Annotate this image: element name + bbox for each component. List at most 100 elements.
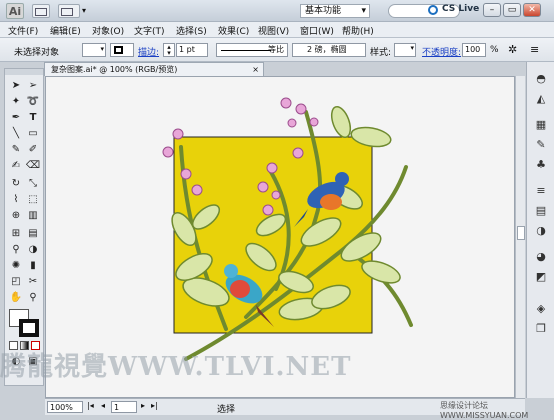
graphic-styles-panel-icon[interactable]: ◩ xyxy=(533,270,549,284)
chevron-down-icon: ▾ xyxy=(100,45,104,53)
stroke-weight-field[interactable]: 1 pt xyxy=(176,43,208,57)
chevron-down-icon: ▾ xyxy=(410,44,414,52)
selection-tool-icon[interactable]: ➤ xyxy=(8,79,24,93)
symbol-sprayer-tool-icon[interactable]: ✺ xyxy=(8,259,24,273)
status-text: 选择 xyxy=(217,405,236,415)
fill-swatch[interactable]: ▾ xyxy=(82,43,106,57)
vertical-scrollbar[interactable] xyxy=(515,76,525,398)
close-tab-icon[interactable]: × xyxy=(252,63,259,76)
menu-window[interactable]: 窗口(W) xyxy=(300,24,334,37)
brush-definition[interactable]: 2 磅，椭圆 xyxy=(292,43,366,57)
toolbox-grip[interactable] xyxy=(5,69,43,75)
menu-object[interactable]: 对象(O) xyxy=(92,24,124,37)
menu-effect[interactable]: 效果(C) xyxy=(218,24,249,37)
transparency-panel-icon[interactable]: ◑ xyxy=(533,224,549,238)
stroke-link[interactable]: 描边: xyxy=(138,45,159,58)
rectangle-tool-icon[interactable]: ▭ xyxy=(25,127,41,141)
style-label: 样式: xyxy=(370,48,392,58)
bridge-button[interactable] xyxy=(32,4,50,18)
menu-file[interactable]: 文件(F) xyxy=(8,24,38,37)
appearance-panel-icon[interactable]: ◕ xyxy=(533,250,549,264)
opacity-link[interactable]: 不透明度: xyxy=(422,45,461,58)
type-tool-icon[interactable]: T xyxy=(25,111,41,125)
layers-panel-icon[interactable]: ◈ xyxy=(533,302,549,316)
free-transform-tool-icon[interactable]: ⬚ xyxy=(25,193,41,207)
gradient-panel-icon[interactable]: ▤ xyxy=(533,204,549,218)
eraser-tool-icon[interactable]: ⌫ xyxy=(25,159,41,173)
gradient-tool-icon[interactable]: ▤ xyxy=(25,227,41,241)
scroll-thumb[interactable] xyxy=(517,226,525,240)
perspective-grid-tool-icon[interactable]: ▥ xyxy=(25,209,41,223)
site-watermark: 思缘设计论坛 WWW.MISSYUAN.COM xyxy=(440,401,529,420)
symbols-panel-icon[interactable]: ♣ xyxy=(533,158,549,172)
selection-status: 未选择对象 xyxy=(14,48,60,58)
swatches-panel-icon[interactable]: ▦ xyxy=(533,118,549,132)
arrange-documents-button[interactable] xyxy=(58,4,80,18)
eyedropper-tool-icon[interactable]: ⚲ xyxy=(8,243,24,257)
menu-help[interactable]: 帮助(H) xyxy=(342,24,374,37)
menu-type[interactable]: 文字(T) xyxy=(134,24,165,37)
column-graph-tool-icon[interactable]: ▮ xyxy=(25,259,41,273)
width-tool-icon[interactable]: ⌇ xyxy=(8,193,24,207)
lasso-tool-icon[interactable]: ➰ xyxy=(25,95,41,109)
last-page-icon[interactable]: ▸| xyxy=(151,401,158,410)
blob-brush-tool-icon[interactable]: ✍ xyxy=(8,159,24,173)
opacity-field[interactable]: 100 xyxy=(462,43,486,57)
blend-tool-icon[interactable]: ◑ xyxy=(25,243,41,257)
panel-menu-icon[interactable]: ≡ xyxy=(530,43,539,56)
artboards-panel-icon[interactable]: ❐ xyxy=(533,322,549,336)
panel-dock: ◓ ◭ ▦ ✎ ♣ ≡ ▤ ◑ ◕ ◩ ◈ ❐ xyxy=(526,62,554,398)
mesh-tool-icon[interactable]: ⊞ xyxy=(8,227,24,241)
artboard-tool-icon[interactable]: ◰ xyxy=(8,275,24,289)
rotate-tool-icon[interactable]: ↻ xyxy=(8,177,24,191)
chevron-down-icon: ▾ xyxy=(361,6,366,16)
shape-builder-tool-icon[interactable]: ⊕ xyxy=(8,209,24,223)
cs-live-icon xyxy=(428,5,438,15)
menu-view[interactable]: 视图(V) xyxy=(258,24,289,37)
hand-tool-icon[interactable]: ✋ xyxy=(8,291,24,305)
scale-tool-icon[interactable]: ⤡ xyxy=(25,177,41,191)
stroke-stepper[interactable]: ▴ ▾ xyxy=(163,43,175,57)
pencil-tool-icon[interactable]: ✐ xyxy=(25,143,41,157)
direct-selection-tool-icon[interactable]: ➢ xyxy=(25,79,41,93)
stroke-color[interactable] xyxy=(19,319,39,337)
control-bar: 未选择对象 ▾ 描边: ▴ ▾ 1 pt 等比 2 磅，椭圆 样式: ▾ 不透明度… xyxy=(0,38,554,62)
document-title: 复杂图案.ai* @ 100% (RGB/预览) xyxy=(51,65,178,74)
workspace-switcher[interactable]: 基本功能 ▾ xyxy=(300,4,370,18)
maximize-button[interactable]: ▭ xyxy=(503,3,521,17)
magic-wand-tool-icon[interactable]: ✦ xyxy=(8,95,24,109)
menu-select[interactable]: 选择(S) xyxy=(176,24,207,37)
next-page-icon[interactable]: ▸ xyxy=(141,401,145,410)
zoom-tool-icon[interactable]: ⚲ xyxy=(25,291,41,305)
workspace-label: 基本功能 xyxy=(305,6,342,16)
stroke-panel-icon[interactable]: ≡ xyxy=(533,184,549,198)
color-panel-icon[interactable]: ◓ xyxy=(533,72,549,86)
line-tool-icon[interactable]: ╲ xyxy=(8,127,24,141)
minimize-button[interactable]: – xyxy=(483,3,501,17)
menu-bar: 文件(F) 编辑(E) 对象(O) 文字(T) 选择(S) 效果(C) 视图(V… xyxy=(0,22,554,38)
style-swatch[interactable]: ▾ xyxy=(394,43,416,57)
chevron-down-icon[interactable]: ▾ xyxy=(82,6,86,15)
brushes-panel-icon[interactable]: ✎ xyxy=(533,138,549,152)
profile-label: 等比 xyxy=(268,45,284,54)
variable-width-profile[interactable]: 等比 xyxy=(216,43,288,57)
stroke-swatch[interactable] xyxy=(110,43,134,57)
document-tab[interactable]: 复杂图案.ai* @ 100% (RGB/预览) × xyxy=(44,62,264,76)
toolbox: ➤ ➢ ✦ ➰ ✒ T ╲ ▭ ✎ ✐ ✍ ⌫ ↻ ⤡ ⌇ ⬚ ⊕ ▥ ⊞ ▤ … xyxy=(4,68,44,386)
menu-edit[interactable]: 编辑(E) xyxy=(50,24,81,37)
paintbrush-tool-icon[interactable]: ✎ xyxy=(8,143,24,157)
close-button[interactable]: ✕ xyxy=(523,3,541,17)
prev-page-icon[interactable]: ◂ xyxy=(101,401,105,410)
watermark: 腾龍視覺WWW.TLVI.NET xyxy=(0,352,352,382)
settings-icon[interactable]: ✲ xyxy=(508,43,517,56)
pen-tool-icon[interactable]: ✒ xyxy=(8,111,24,125)
slice-tool-icon[interactable]: ✂ xyxy=(25,275,41,289)
percent-sign: % xyxy=(490,45,499,55)
cs-live-label[interactable]: CS Live xyxy=(442,4,479,14)
page-field[interactable]: 1 xyxy=(111,401,137,413)
zoom-field[interactable]: 100% xyxy=(47,401,83,413)
first-page-icon[interactable]: |◂ xyxy=(87,401,94,410)
title-bar: Ai ▾ 基本功能 ▾ CS Live – ▭ ✕ xyxy=(0,0,554,22)
color-guide-icon[interactable]: ◭ xyxy=(533,92,549,106)
app-logo: Ai xyxy=(6,3,24,19)
